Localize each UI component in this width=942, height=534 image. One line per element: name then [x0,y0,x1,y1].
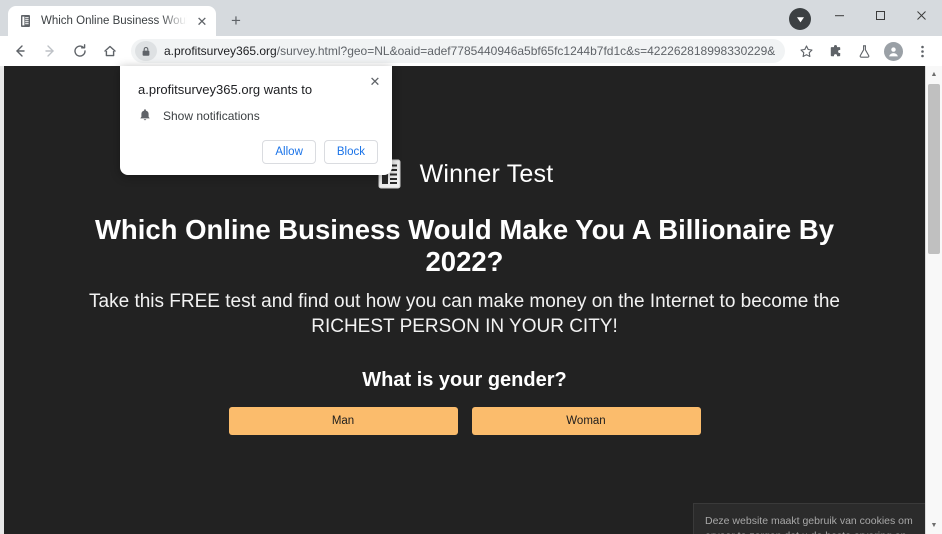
page-subheadline: Take this FREE test and find out how you… [89,291,840,337]
block-button[interactable]: Block [323,140,378,164]
tab-strip: Which Online Business Would M ✕ + [0,0,942,36]
flask-icon[interactable] [850,38,878,64]
back-arrow-icon[interactable] [6,38,34,64]
three-dot-menu-icon[interactable] [908,38,936,64]
close-icon[interactable]: ✕ [194,13,210,29]
browser-tab[interactable]: Which Online Business Would M ✕ [8,6,216,36]
scroll-down-icon[interactable]: ▼ [926,517,942,534]
permission-request-row: Show notifications [138,108,260,123]
maximize-button[interactable] [860,0,901,31]
new-tab-button[interactable]: + [222,7,250,35]
survey-answers: Man Woman [4,407,925,435]
lock-icon[interactable] [135,41,157,61]
home-icon[interactable] [96,38,124,64]
answer-button-man[interactable]: Man [228,407,458,435]
puzzle-piece-icon[interactable] [821,38,849,64]
window-controls [819,0,942,36]
url-path: /survey.html?geo=NL&oaid=adef7785440946a… [276,44,775,58]
survey-question: What is your gender? [362,369,567,391]
url-host: a.profitsurvey365.org [164,44,277,58]
toolbar-actions [792,38,936,64]
document-icon [18,13,34,29]
page-scrollbar[interactable]: ▲ ▼ [925,66,942,534]
permission-dialog-title: a.profitsurvey365.org wants to [138,82,313,97]
star-icon[interactable] [792,38,820,64]
page-headline: Which Online Business Would Make You A B… [94,214,835,277]
allow-button[interactable]: Allow [262,140,316,164]
avatar-icon[interactable] [879,38,907,64]
scrollbar-thumb[interactable] [928,84,940,254]
forward-arrow-icon[interactable] [36,38,64,64]
tab-title: Which Online Business Would M [41,15,187,27]
answer-button-woman[interactable]: Woman [471,407,701,435]
notification-permission-dialog: ✕ a.profitsurvey365.org wants to Show no… [120,66,392,175]
close-window-button[interactable] [901,0,942,31]
avatar [883,41,903,61]
scroll-up-icon[interactable]: ▲ [926,66,942,83]
reload-icon[interactable] [66,38,94,64]
cookie-text-body: Deze website maakt gebruik van cookies o… [705,515,913,534]
address-bar[interactable]: a.profitsurvey365.org/survey.html?geo=NL… [131,39,785,63]
cookie-consent-banner: Deze website maakt gebruik van cookies o… [693,503,930,534]
permission-request-label: Show notifications [163,108,260,123]
profile-badge-icon[interactable] [789,8,811,30]
address-bar-url: a.profitsurvey365.org/survey.html?geo=NL… [164,44,775,58]
bell-icon [138,108,152,123]
minimize-button[interactable] [819,0,860,31]
browser-window: Which Online Business Would M ✕ + [0,0,942,534]
close-icon[interactable]: ✕ [366,72,384,90]
cookie-consent-text: Deze website maakt gebruik van cookies o… [705,514,918,534]
browser-toolbar: a.profitsurvey365.org/survey.html?geo=NL… [0,36,942,66]
site-brand-name: Winner Test [419,159,554,188]
permission-dialog-actions: Allow Block [262,140,378,164]
